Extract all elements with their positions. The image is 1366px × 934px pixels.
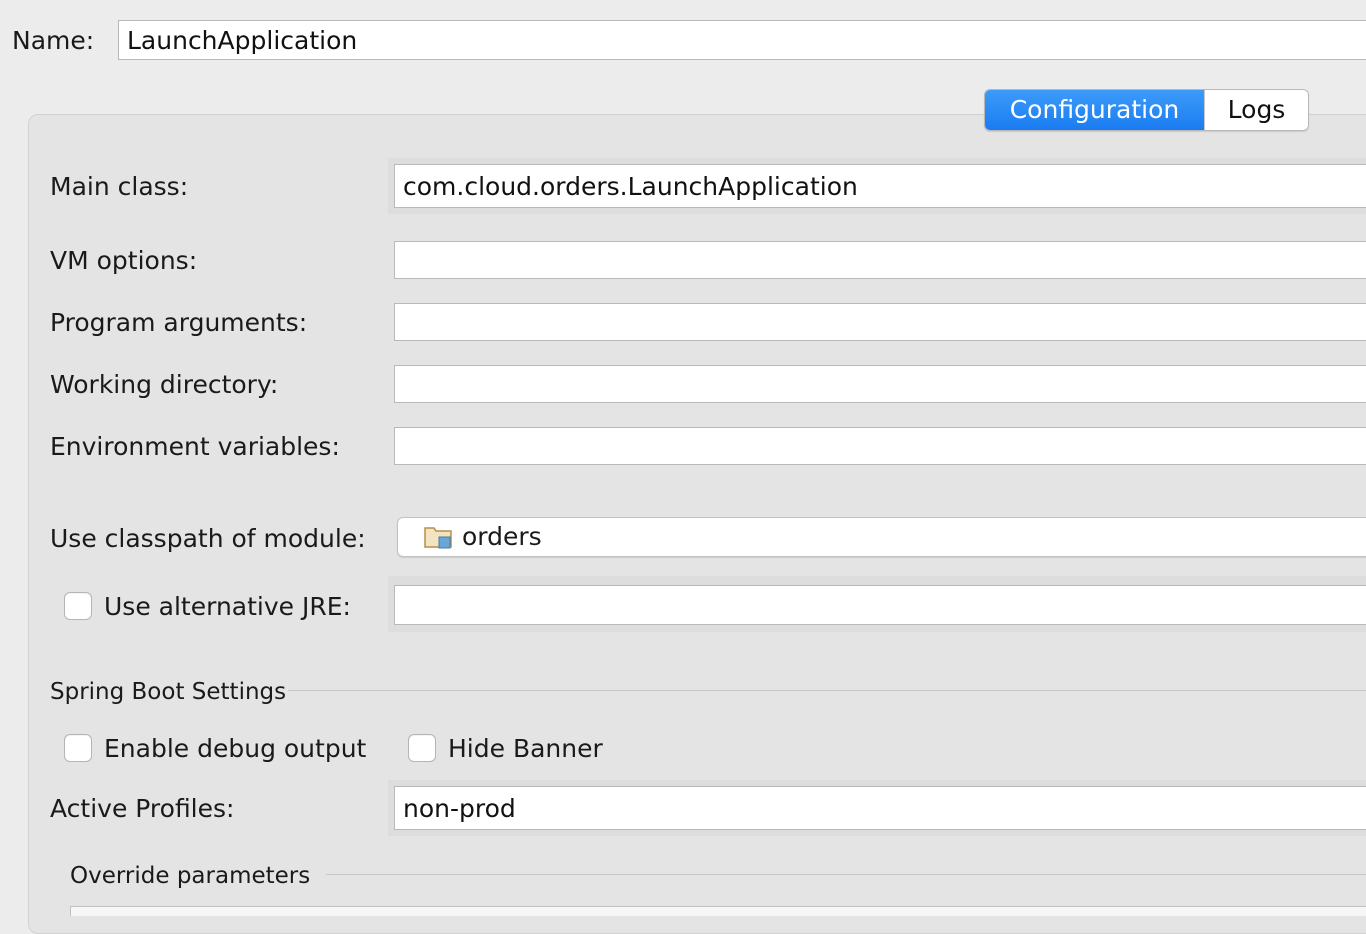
program-arguments-label: Program arguments: bbox=[50, 308, 308, 337]
classpath-module-label: Use classpath of module: bbox=[50, 524, 366, 553]
working-directory-field[interactable] bbox=[394, 365, 1366, 403]
tab-configuration[interactable]: Configuration bbox=[985, 90, 1204, 130]
environment-variables-field[interactable] bbox=[394, 427, 1366, 465]
classpath-module-value: orders bbox=[462, 522, 542, 551]
active-profiles-field[interactable] bbox=[394, 786, 1366, 830]
tab-bar: Configuration Logs bbox=[984, 89, 1309, 131]
spring-boot-settings-title: Spring Boot Settings bbox=[50, 679, 287, 705]
program-arguments-field[interactable] bbox=[394, 303, 1366, 341]
enable-debug-label: Enable debug output bbox=[104, 734, 367, 763]
alternative-jre-label: Use alternative JRE: bbox=[104, 592, 351, 621]
active-profiles-label: Active Profiles: bbox=[50, 794, 235, 823]
spring-boot-separator bbox=[288, 690, 1366, 691]
alternative-jre-checkbox[interactable] bbox=[64, 592, 92, 620]
module-folder-icon bbox=[424, 524, 454, 550]
vm-options-field[interactable] bbox=[394, 241, 1366, 279]
environment-variables-label: Environment variables: bbox=[50, 432, 340, 461]
name-label: Name: bbox=[12, 26, 95, 55]
hide-banner-label: Hide Banner bbox=[448, 734, 603, 763]
working-directory-label: Working directory: bbox=[50, 370, 279, 399]
tab-logs[interactable]: Logs bbox=[1204, 90, 1308, 130]
main-class-field[interactable] bbox=[394, 164, 1366, 208]
enable-debug-checkbox[interactable] bbox=[64, 734, 92, 762]
alternative-jre-field[interactable] bbox=[394, 585, 1366, 625]
override-parameters-table[interactable] bbox=[70, 906, 1366, 916]
vm-options-label: VM options: bbox=[50, 246, 198, 275]
name-field[interactable] bbox=[118, 20, 1366, 60]
override-parameters-title: Override parameters bbox=[70, 863, 311, 889]
classpath-module-select[interactable]: orders bbox=[397, 517, 1366, 557]
main-class-label: Main class: bbox=[50, 172, 189, 201]
hide-banner-checkbox[interactable] bbox=[408, 734, 436, 762]
override-parameters-separator bbox=[326, 874, 1366, 875]
